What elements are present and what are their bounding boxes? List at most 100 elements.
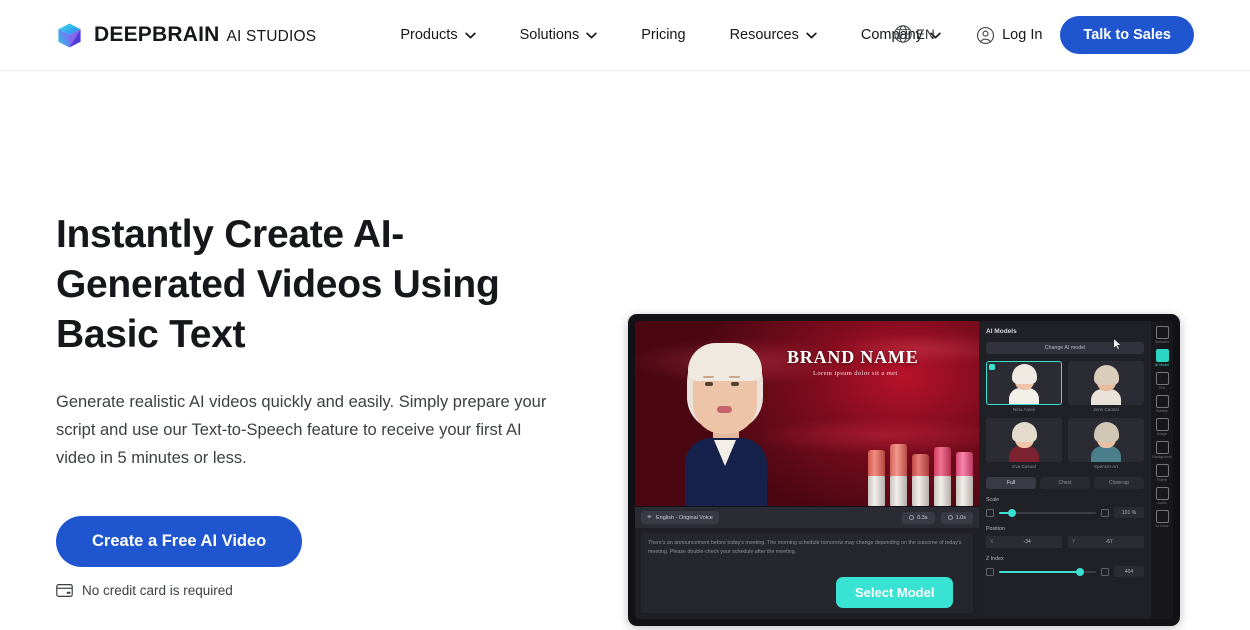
position-y-field[interactable]: Y -67 [1068, 536, 1144, 548]
chevron-down-icon [464, 32, 476, 39]
mouse-cursor-icon [1113, 337, 1122, 355]
rail-item-background[interactable]: Background [1152, 441, 1172, 459]
rail-item-audio[interactable]: Audio [1152, 487, 1172, 505]
hero-subtitle: Generate realistic AI videos quickly and… [56, 393, 547, 467]
nav-label: Pricing [641, 27, 686, 43]
model-name: Eva Casual [1012, 464, 1036, 469]
reset-scale-icon[interactable] [1101, 508, 1109, 517]
nav-item-solutions[interactable]: Solutions [498, 19, 620, 51]
no-credit-card-note: No credit card is required [56, 583, 596, 598]
scale-value[interactable]: 101 % [1114, 507, 1144, 518]
position-x-field[interactable]: X -34 [986, 536, 1062, 548]
rail-item-frame[interactable]: Frame [1152, 464, 1172, 482]
rail-label: AI Voice [1155, 524, 1169, 528]
nav-label: Solutions [519, 27, 580, 43]
hero-content: Instantly Create AI-Generated Videos Usi… [56, 71, 596, 630]
position-y-key: Y [1072, 539, 1076, 545]
rail-label: Audio [1157, 501, 1167, 505]
rail-label: Subtitle [1156, 409, 1168, 413]
rail-item-ai-model[interactable]: AI Model [1152, 349, 1172, 367]
tab-full[interactable]: Full [986, 477, 1036, 489]
rail-label: Image [1157, 432, 1167, 436]
rail-label: Scenario [1154, 340, 1170, 344]
nav-item-products[interactable]: Products [378, 19, 497, 51]
lipstick-products [868, 444, 973, 506]
note-label: No credit card is required [82, 583, 233, 598]
total-duration-chip[interactable]: 1.0s [940, 511, 973, 524]
scenario-icon [1155, 326, 1169, 339]
voice-icon [647, 514, 652, 521]
talk-to-sales-button[interactable]: Talk to Sales [1060, 16, 1194, 54]
user-circle-icon [976, 26, 995, 45]
model-name: Spencer Art [1093, 464, 1118, 469]
ai-model-icon [1155, 349, 1169, 362]
voice-label: English - Original Voice [656, 514, 713, 521]
scale-control: 101 % [986, 507, 1144, 518]
create-free-ai-video-button[interactable]: Create a Free AI Video [56, 516, 303, 567]
position-x-value: -34 [1023, 539, 1031, 545]
zindex-slider[interactable] [999, 567, 1096, 576]
header-actions: Log In Talk to Sales [976, 16, 1194, 54]
app-mock-frame: BRAND NAME Lorem ipsum dolor sit a met E… [628, 314, 1180, 626]
chevron-down-icon [806, 32, 817, 39]
nav-item-resources[interactable]: Resources [708, 19, 839, 51]
model-card-4[interactable]: Spencer Art [1068, 418, 1144, 469]
model-name: Nina Ameli [1013, 407, 1035, 412]
product-preview: BRAND NAME Lorem ipsum dolor sit a met E… [628, 314, 1180, 626]
model-name: Jenn Causal [1093, 407, 1119, 412]
layer-icon[interactable] [986, 567, 994, 576]
rail-label: Background [1152, 455, 1172, 459]
nav-label: Products [400, 27, 458, 43]
reset-zindex-icon[interactable] [1101, 567, 1109, 576]
rail-label: AI Model [1154, 363, 1170, 367]
rail-item-scenario[interactable]: Scenario [1152, 326, 1172, 344]
ai-voice-icon [1155, 510, 1169, 523]
voice-selector-chip[interactable]: English - Original Voice [641, 511, 719, 524]
audio-icon [1155, 487, 1169, 500]
clip-duration-chip[interactable]: 0.3s [902, 511, 935, 524]
model-card-2[interactable]: Jenn Causal [1068, 361, 1144, 412]
cube-logo-icon [56, 22, 83, 49]
zindex-value[interactable]: 404 [1114, 566, 1144, 577]
select-model-button[interactable]: Select Model [836, 577, 954, 608]
ai-models-panel: AI Models Change AI model Nina Ameli Jen… [979, 321, 1151, 619]
rail-item-text[interactable]: Text [1152, 372, 1172, 390]
login-button[interactable]: Log In [976, 26, 1042, 45]
model-card-1[interactable]: Nina Ameli [986, 361, 1062, 412]
panel-title: AI Models [986, 328, 1017, 335]
model-card-3[interactable]: Eva Casual [986, 418, 1062, 469]
main-navigation: Products Solutions Pricing Resources Com… [378, 19, 963, 51]
subtitle-icon [1155, 395, 1169, 408]
rail-label: Text [1158, 386, 1166, 390]
position-label: Position [986, 526, 1005, 532]
zindex-control: 404 [986, 566, 1144, 577]
image-icon [1155, 418, 1169, 431]
framing-tabs: Full Chest Close-up [986, 477, 1144, 489]
zindex-label: Z Index [986, 556, 1004, 562]
frame-icon [1155, 464, 1169, 477]
text-icon [1155, 372, 1169, 385]
tab-chest[interactable]: Chest [1040, 477, 1090, 489]
hero-section: Instantly Create AI-Generated Videos Usi… [0, 71, 1250, 630]
brand-logo[interactable]: DEEPBRAIN AI STUDIOS [56, 22, 316, 49]
total-label: 1.0s [955, 514, 966, 521]
video-canvas[interactable]: BRAND NAME Lorem ipsum dolor sit a met [635, 321, 979, 506]
nav-item-pricing[interactable]: Pricing [619, 19, 707, 51]
scale-slider[interactable] [999, 508, 1096, 517]
language-selector[interactable]: EN [893, 24, 935, 44]
selected-check-icon [989, 364, 995, 370]
clock-icon [947, 515, 953, 520]
nav-label: Resources [729, 27, 799, 43]
rail-item-ai-voice[interactable]: AI Voice [1152, 510, 1172, 528]
script-toolbar: English - Original Voice 0.3s 1.0s [635, 506, 979, 528]
credit-card-icon [56, 584, 73, 597]
editor-stage-column: BRAND NAME Lorem ipsum dolor sit a met E… [635, 321, 979, 619]
lock-aspect-icon[interactable] [986, 508, 994, 517]
rail-item-subtitle[interactable]: Subtitle [1152, 395, 1172, 413]
login-label: Log In [1002, 27, 1043, 43]
tab-closeup[interactable]: Close-up [1094, 477, 1144, 489]
rail-item-image[interactable]: Image [1152, 418, 1172, 436]
position-control: X -34 Y -67 [986, 536, 1144, 548]
brand-name: DEEPBRAIN [94, 23, 220, 46]
app-mock-window: BRAND NAME Lorem ipsum dolor sit a met E… [635, 321, 1173, 619]
